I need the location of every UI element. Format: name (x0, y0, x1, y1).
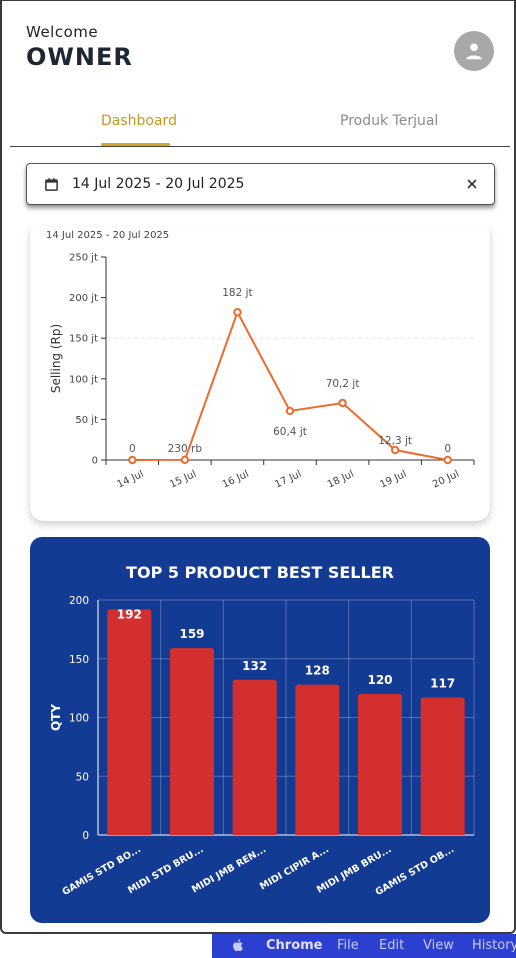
menu-history[interactable]: History (472, 938, 516, 953)
bar-value-label: 132 (242, 659, 267, 673)
selling-line-chart: 14 Jul 2025 - 20 Jul 2025 Selling (Rp) 0 50… (46, 230, 475, 491)
data-label: 70,2 jt (326, 378, 360, 390)
menu-view[interactable]: View (423, 938, 454, 953)
y-axis-label: Selling (Rp) (49, 324, 63, 393)
data-label: 182 jt (222, 287, 252, 299)
calendar-icon (45, 178, 58, 191)
tab-produk-terjual[interactable]: Produk Terjual (340, 113, 438, 129)
data-point (390, 445, 400, 455)
app-window: Welcome OWNER Dashboard Produk Terjual 1… (0, 0, 516, 934)
data-point (128, 455, 137, 465)
y-tick-label: 150 (69, 654, 89, 666)
bar-value-label: 120 (367, 673, 392, 687)
y-tick-label: 200 (69, 595, 89, 607)
data-point (180, 455, 190, 465)
bar-value-label: 128 (305, 664, 330, 678)
date-range-picker[interactable]: 14 Jul 2025 - 20 Jul 2025 (26, 163, 495, 205)
data-label: 12,3 jt (378, 435, 412, 447)
bar-value-label: 192 (117, 607, 142, 621)
data-label: 0 (444, 443, 451, 455)
best-seller-card: TOP 5 PRODUCT BEST SELLER QTY 0 50 100 150 20… (30, 537, 490, 923)
person-icon (466, 43, 482, 60)
x-tick-label: 19 Jul (378, 469, 408, 491)
bar-value-label: 117 (430, 677, 455, 691)
best-seller-bar-chart: QTY050100150200192GAMIS STD BO...159MIDI… (49, 595, 475, 898)
active-tab-indicator (101, 143, 170, 146)
y-tick-label: 100 (69, 713, 89, 725)
date-range-value: 14 Jul 2025 - 20 Jul 2025 (72, 176, 245, 192)
bar-value-label: 159 (179, 627, 204, 641)
y-tick-label: 250 jt (69, 253, 98, 264)
avatar-button[interactable] (454, 31, 494, 71)
data-point (443, 455, 452, 465)
menu-edit[interactable]: Edit (379, 938, 404, 953)
data-label: 60,4 jt (273, 426, 307, 438)
selling-chart-card: 14 Jul 2025 - 20 Jul 2025 Selling (Rp) 0 50… (30, 227, 490, 521)
menu-chrome[interactable]: Chrome (266, 938, 323, 953)
data-point (233, 308, 242, 317)
x-tick-label: 14 Jul (116, 469, 146, 491)
y-tick-label: 0 (92, 456, 98, 467)
bar (358, 694, 402, 835)
y-tick-label: 150 jt (69, 334, 98, 345)
data-label: 0 (129, 443, 136, 455)
bar (170, 648, 214, 835)
y-tick-label: 50 (76, 771, 89, 783)
clear-icon[interactable] (466, 178, 478, 190)
data-point (285, 406, 295, 416)
data-label: 230 rb (168, 443, 203, 455)
x-tick-label: 17 Jul (273, 469, 303, 491)
x-tick-label: 20 Jul (431, 469, 461, 491)
bar (107, 609, 152, 835)
x-tick-label: 16 Jul (221, 469, 251, 491)
menu-file[interactable]: File (337, 938, 359, 953)
y-tick-label: 50 jt (75, 415, 98, 426)
y-tick-label: 200 jt (69, 293, 98, 304)
os-menubar: Chrome File Edit View History (212, 934, 516, 958)
bar (420, 697, 465, 835)
y-tick-label: 0 (82, 830, 89, 842)
header: Welcome OWNER (26, 23, 133, 71)
x-tick-label: 15 Jul (168, 469, 198, 491)
x-tick-label: 18 Jul (326, 469, 356, 491)
welcome-text: Welcome (26, 23, 99, 41)
tab-bar: Dashboard Produk Terjual (10, 101, 510, 147)
chart-subtitle: 14 Jul 2025 - 20 Jul 2025 (46, 230, 169, 241)
data-point (338, 398, 347, 408)
bar (232, 679, 277, 835)
bar (295, 684, 340, 835)
tab-dashboard[interactable]: Dashboard (101, 113, 177, 129)
user-name: OWNER (26, 43, 133, 71)
y-axis-label: QTY (49, 704, 63, 731)
y-tick-label: 100 jt (69, 374, 98, 385)
apple-icon[interactable] (232, 938, 245, 957)
